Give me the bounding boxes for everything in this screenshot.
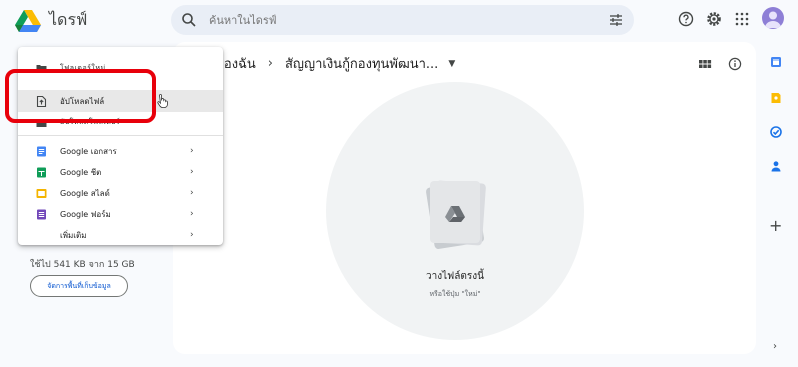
submenu-chevron-icon: ›: [190, 146, 194, 156]
drive-logo-icon: [15, 9, 41, 32]
google-slides-icon: [36, 188, 47, 198]
menu-item-label: Google ฟอร์ม: [60, 209, 111, 219]
search-bar[interactable]: [171, 5, 634, 35]
contacts-icon[interactable]: [770, 160, 782, 172]
submenu-chevron-icon: ›: [190, 167, 194, 177]
tasks-icon[interactable]: [770, 126, 782, 138]
menu-item-label: Google สไลด์: [60, 188, 110, 198]
submenu-chevron-icon: ›: [190, 230, 194, 240]
breadcrumb: ของฉัน › สัญญาเงินกู้กองทุนพัฒนา... ▼: [215, 53, 455, 74]
grid-view-icon[interactable]: [698, 57, 712, 71]
manage-storage-button[interactable]: จัดการพื้นที่เก็บข้อมูล: [30, 275, 128, 297]
info-icon[interactable]: [728, 57, 742, 71]
search-icon[interactable]: [181, 12, 197, 28]
menu-item-more[interactable]: เพิ่มเติม ›: [18, 224, 223, 246]
menu-item-label: เพิ่มเติม: [60, 230, 87, 240]
menu-item-label: Google เอกสาร: [60, 146, 117, 156]
google-sheets-icon: [37, 167, 46, 177]
drop-zone-subtitle: หรือใช้ปุ่ม "ใหม่": [429, 290, 481, 298]
user-avatar-icon: [765, 11, 781, 28]
more-placeholder: [36, 230, 47, 241]
menu-item-google-forms[interactable]: Google ฟอร์ม ›: [18, 203, 223, 225]
help-icon[interactable]: [678, 11, 694, 27]
account-avatar[interactable]: [762, 7, 784, 29]
drive-logo[interactable]: ไดรฟ์: [15, 8, 87, 33]
add-apps-button[interactable]: +: [769, 216, 782, 235]
menu-item-google-docs[interactable]: Google เอกสาร ›: [18, 140, 223, 162]
submenu-chevron-icon: ›: [190, 209, 194, 219]
drop-zone-title: วางไฟล์ตรงนี้: [426, 271, 484, 282]
keep-icon[interactable]: [770, 92, 782, 104]
apps-grid-icon[interactable]: [734, 11, 750, 27]
breadcrumb-separator: ›: [267, 56, 273, 71]
menu-divider: [18, 135, 223, 136]
submenu-chevron-icon: ›: [190, 188, 194, 198]
settings-icon[interactable]: [706, 11, 722, 27]
storage-usage: ใช้ไป 541 KB จาก 15 GB: [30, 260, 135, 270]
caret-down-icon[interactable]: ▼: [448, 59, 455, 69]
expand-panel-button[interactable]: ›: [773, 341, 777, 352]
hand-pointer-icon: [157, 94, 168, 108]
drop-files-illustration-icon: [426, 180, 486, 249]
app-title: ไดรฟ์: [49, 10, 88, 29]
menu-item-google-slides[interactable]: Google สไลด์ ›: [18, 182, 223, 204]
calendar-icon[interactable]: [770, 56, 782, 68]
highlight-annotation: [5, 69, 156, 123]
google-forms-icon: [37, 209, 46, 219]
search-options-icon[interactable]: [608, 12, 624, 28]
search-input[interactable]: [209, 13, 608, 27]
breadcrumb-current[interactable]: สัญญาเงินกู้กองทุนพัฒนา...: [285, 53, 438, 74]
menu-item-label: Google ชีต: [60, 167, 102, 177]
google-docs-icon: [37, 146, 46, 156]
menu-item-google-sheets[interactable]: Google ชีต ›: [18, 161, 223, 183]
